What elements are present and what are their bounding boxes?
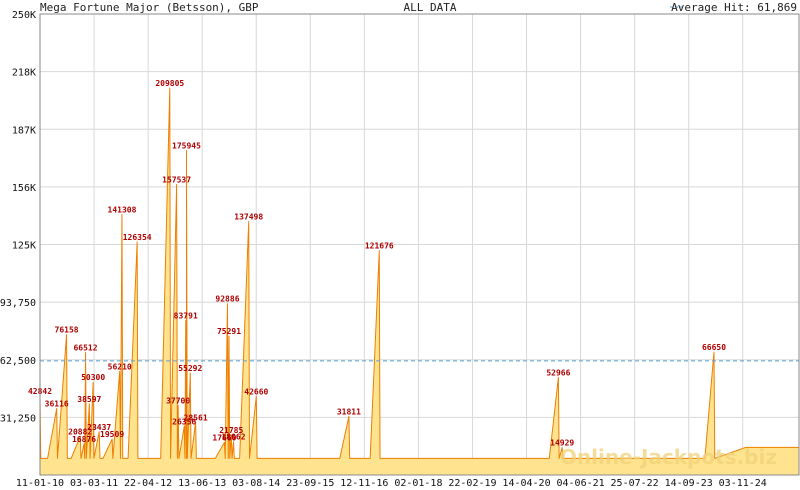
peak-value-label: 121676: [365, 242, 394, 251]
y-tick-label: 250K: [12, 10, 36, 21]
peak-value-label: 18062: [221, 433, 245, 442]
x-tick-label: 02-01-18: [394, 478, 442, 489]
peak-value-label: 66512: [73, 343, 97, 352]
y-tick-label: 156K: [12, 183, 36, 194]
peak-value-label: 31811: [337, 407, 361, 416]
y-tick-label: 93,750: [0, 298, 36, 309]
y-tick-label: 31,250: [0, 413, 36, 424]
peak-value-label: 42660: [244, 387, 268, 396]
y-axis-ticks: 31,250 62,500 93,750 125K 156K 187K 218K 250K: [0, 10, 36, 424]
x-tick-label: 22-04-12: [124, 478, 172, 489]
legend-average-label: Average Hit: 61,869: [671, 1, 797, 14]
peak-value-label: 50300: [81, 373, 105, 382]
peak-value-label: 75291: [217, 327, 241, 336]
peak-value-label: 175945: [172, 142, 201, 151]
chart-title: Mega Fortune Major (Betsson), GBP: [40, 1, 259, 14]
peak-value-label: 141308: [108, 205, 137, 214]
peak-value-label: 38597: [77, 395, 101, 404]
peak-value-label: 209805: [155, 79, 184, 88]
x-axis-ticks: 11-01-10 03-03-11 22-04-12 13-06-13 03-08-14…: [16, 478, 767, 489]
peak-value-label: 16876: [72, 435, 96, 444]
x-tick-label: 11-01-10: [16, 478, 64, 489]
peak-value-label: 28561: [184, 413, 208, 422]
peak-value-label: 36116: [45, 399, 69, 408]
peak-value-label: 137498: [234, 212, 263, 221]
peak-value-label: 52966: [546, 368, 570, 377]
y-tick-label: 62,500: [0, 356, 36, 367]
x-tick-label: 04-06-21: [556, 478, 604, 489]
x-tick-label: 14-04-20: [502, 478, 550, 489]
x-tick-label: 03-08-14: [232, 478, 280, 489]
y-tick-label: 218K: [12, 68, 36, 79]
jackpot-history-chart: Mega Fortune Major (Betsson), GBP ALL DA…: [0, 1, 800, 489]
peak-value-label: 56210: [108, 362, 132, 371]
x-tick-label: 25-07-22: [611, 478, 659, 489]
x-tick-label: 03-03-11: [70, 478, 118, 489]
peak-value-label: 76158: [55, 326, 79, 335]
x-tick-label: 23-09-15: [286, 478, 334, 489]
grid-lines: [39, 13, 799, 475]
peak-value-label: 37700: [166, 396, 190, 405]
peak-value-label: 66650: [702, 343, 726, 352]
chart-subtitle: ALL DATA: [404, 1, 457, 14]
watermark: Online-Jackpots.biz: [560, 445, 777, 469]
peak-value-label: 126354: [123, 233, 152, 242]
x-tick-label: 03-11-24: [719, 478, 767, 489]
x-tick-label: 12-11-16: [340, 478, 388, 489]
peak-value-label: 83791: [174, 311, 198, 320]
x-tick-label: 14-09-23: [665, 478, 713, 489]
y-tick-label: 125K: [12, 241, 36, 252]
peak-value-label: 92886: [215, 295, 239, 304]
peak-value-label: 19509: [100, 430, 124, 439]
x-tick-label: 13-06-13: [178, 478, 226, 489]
y-tick-label: 187K: [12, 125, 36, 136]
peak-value-label: 55292: [178, 364, 202, 373]
peak-value-label: 157537: [162, 176, 191, 185]
x-tick-label: 22-02-19: [448, 478, 496, 489]
